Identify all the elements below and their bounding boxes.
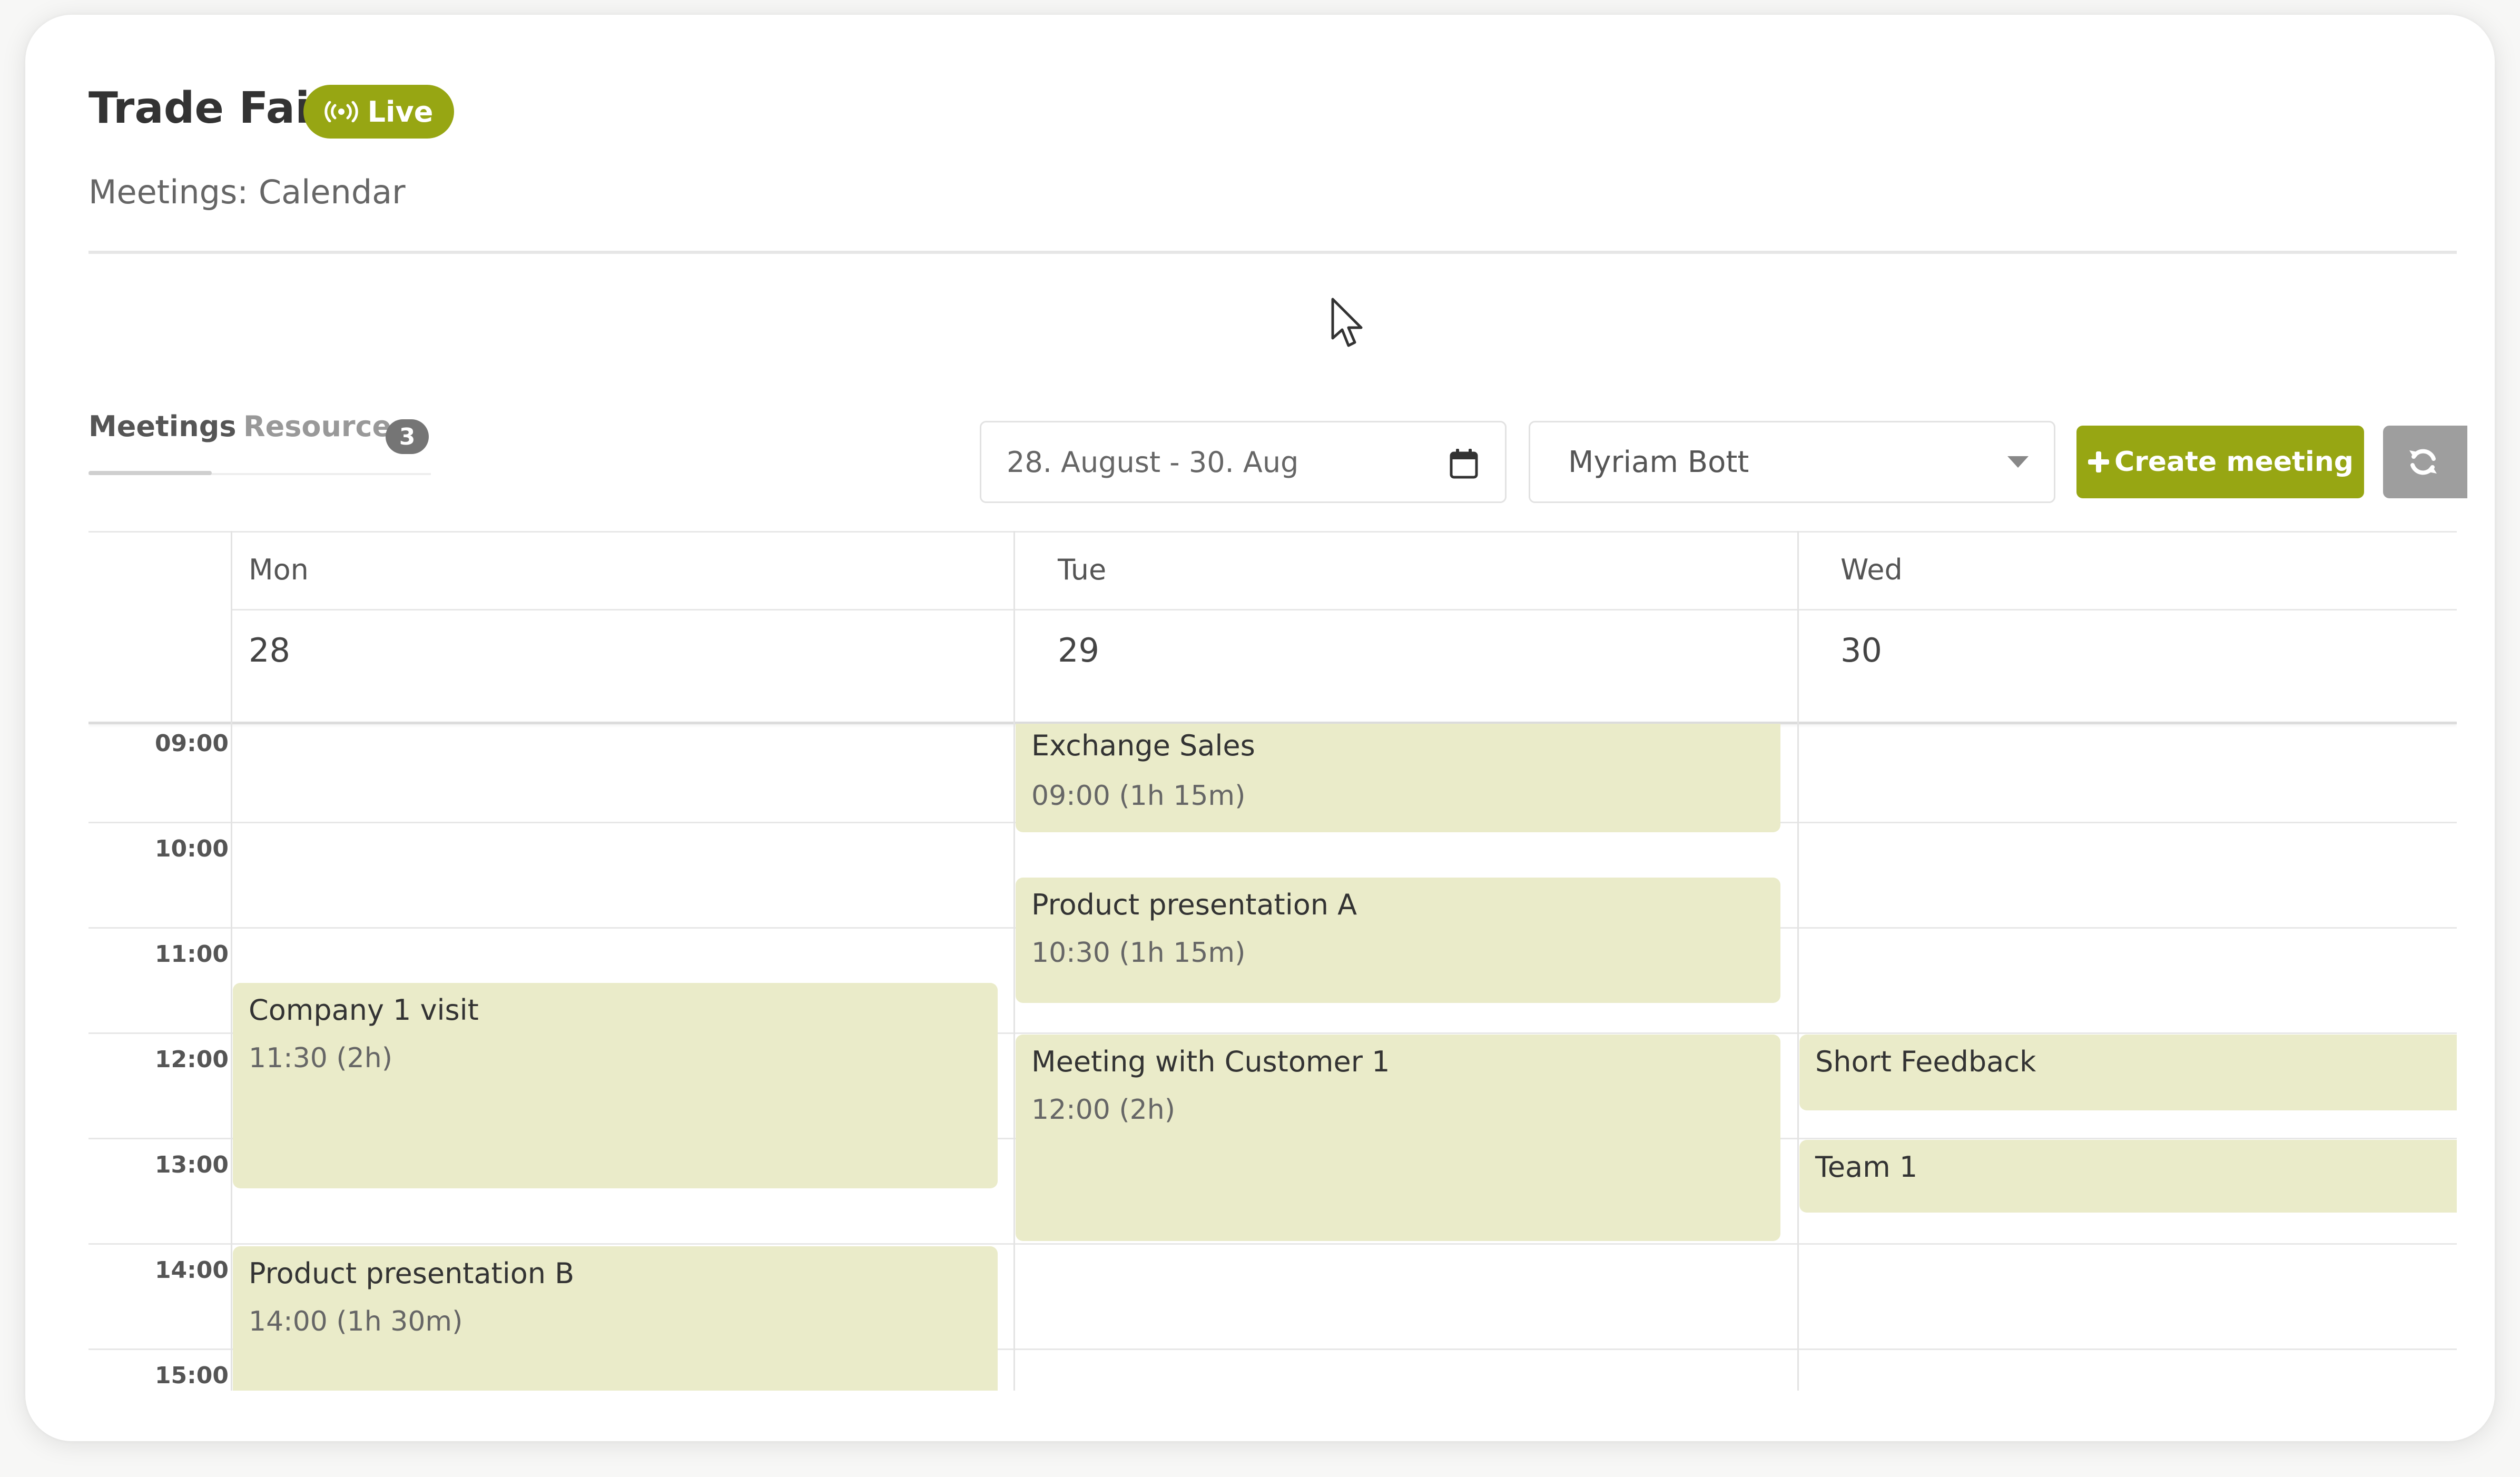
day-divider	[1013, 531, 1015, 1391]
date-range-picker[interactable]: 28. August - 30. Aug	[980, 421, 1507, 503]
time-label: 12:00	[154, 1046, 229, 1073]
mouse-cursor-icon	[1331, 298, 1363, 347]
event-time: 09:00 (1h 15m)	[1031, 780, 1246, 812]
week-calendar: Mon 28 Tue 29 Wed 30 09:00 10:00 11:00 1…	[88, 531, 2457, 1391]
tab-resources[interactable]: Resources	[243, 410, 408, 443]
user-select[interactable]: Myriam Bott	[1529, 421, 2055, 503]
chevron-down-icon	[2007, 456, 2029, 468]
event-company-1-visit[interactable]: Company 1 visit 11:30 (2h)	[233, 983, 998, 1188]
event-product-presentation-a[interactable]: Product presentation A 10:30 (1h 15m)	[1016, 878, 1780, 1003]
refresh-icon	[2409, 449, 2437, 475]
day-header-mon: Mon	[249, 553, 309, 586]
live-status-badge: Live	[303, 85, 454, 139]
time-label: 10:00	[154, 835, 229, 862]
event-title: Product presentation B	[249, 1257, 575, 1290]
event-title: Team 1	[1815, 1150, 1918, 1184]
time-label: 13:00	[154, 1151, 229, 1178]
event-title: Exchange Sales	[1031, 729, 1255, 762]
calendar-icon[interactable]	[1448, 448, 1480, 479]
live-label: Live	[367, 95, 434, 129]
event-title: Meeting with Customer 1	[1031, 1045, 1390, 1078]
time-label: 11:00	[154, 941, 229, 968]
event-exchange-sales[interactable]: Exchange Sales 09:00 (1h 15m)	[1016, 724, 1780, 832]
day-header-divider	[231, 609, 2457, 611]
event-time: 10:30 (1h 15m)	[1031, 937, 1246, 969]
day-date-tue: 29	[1058, 631, 1099, 669]
active-tab-indicator	[88, 471, 212, 475]
resources-count-badge: 3	[386, 419, 429, 454]
page-title: Trade Fair	[88, 83, 331, 133]
event-time: 11:30 (2h)	[249, 1042, 392, 1074]
event-short-feedback[interactable]: Short Feedback	[1799, 1035, 2457, 1110]
time-label: 15:00	[154, 1362, 229, 1389]
event-title: Short Feedback	[1815, 1045, 2036, 1078]
page-subtitle: Meetings: Calendar	[88, 173, 406, 211]
hour-line	[88, 1243, 2457, 1245]
event-time: 14:00 (1h 30m)	[249, 1306, 463, 1337]
user-select-value: Myriam Bott	[1568, 445, 1749, 479]
broadcast-icon	[324, 101, 358, 122]
meetings-calendar-card: Trade Fair Live Meetings: Calendar Meeti…	[25, 15, 2495, 1441]
event-team-1[interactable]: Team 1	[1799, 1140, 2457, 1213]
event-time: 12:00 (2h)	[1031, 1094, 1175, 1126]
day-date-mon: 28	[249, 631, 290, 669]
create-meeting-label: Create meeting	[2114, 446, 2354, 478]
time-gutter-divider	[231, 531, 232, 1391]
day-header-wed: Wed	[1840, 553, 1903, 586]
create-meeting-button[interactable]: Create meeting	[2076, 426, 2364, 498]
header-divider	[88, 251, 2457, 254]
day-date-wed: 30	[1840, 631, 1882, 669]
tab-meetings[interactable]: Meetings	[88, 410, 237, 443]
time-label: 09:00	[154, 730, 229, 757]
plus-icon	[2088, 451, 2109, 472]
day-header-tue: Tue	[1058, 553, 1107, 586]
time-label: 14:00	[154, 1257, 229, 1284]
event-title: Product presentation A	[1031, 888, 1357, 921]
event-meeting-with-customer-1[interactable]: Meeting with Customer 1 12:00 (2h)	[1016, 1035, 1780, 1241]
calendar-top-border	[88, 531, 2457, 533]
refresh-button[interactable]	[2383, 426, 2467, 498]
day-divider	[1797, 531, 1799, 1391]
event-title: Company 1 visit	[249, 993, 479, 1027]
date-range-value: 28. August - 30. Aug	[1007, 445, 1299, 479]
event-product-presentation-b[interactable]: Product presentation B 14:00 (1h 30m)	[233, 1246, 998, 1391]
